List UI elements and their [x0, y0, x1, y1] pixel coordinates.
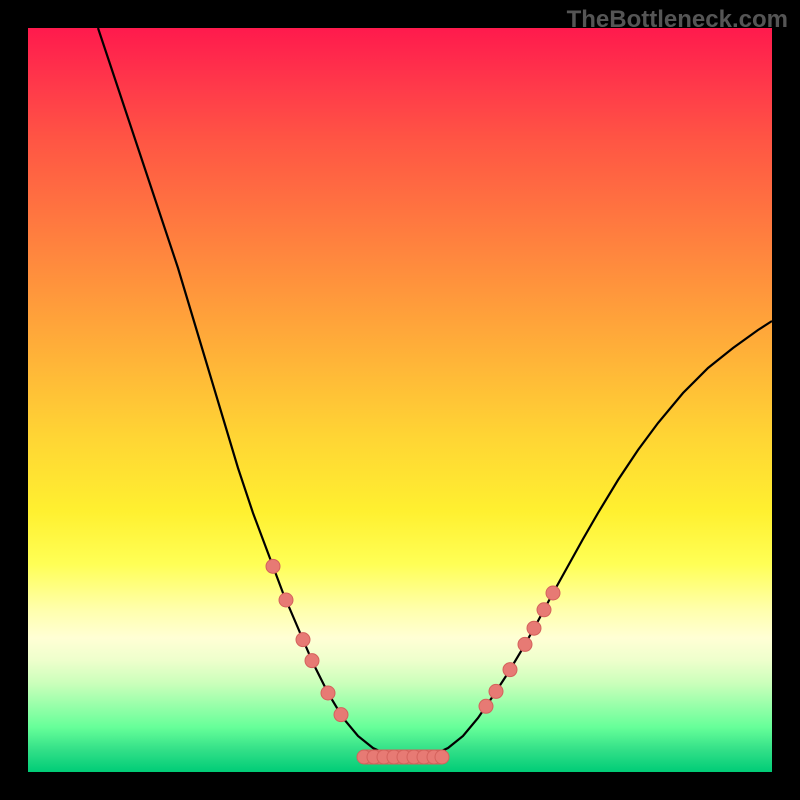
- watermark-text: TheBottleneck.com: [567, 6, 788, 34]
- data-marker: [479, 699, 493, 713]
- chart-container: TheBottleneck.com: [0, 0, 800, 800]
- bottleneck-curve: [98, 28, 772, 758]
- plot-area: [28, 28, 772, 772]
- curve-svg: [28, 28, 772, 772]
- data-marker: [266, 559, 280, 573]
- data-marker: [546, 586, 560, 600]
- data-marker: [527, 621, 541, 635]
- data-marker: [503, 663, 517, 677]
- data-marker: [489, 684, 503, 698]
- data-marker: [296, 633, 310, 647]
- data-marker: [518, 637, 532, 651]
- data-marker: [305, 654, 319, 668]
- data-marker: [279, 593, 293, 607]
- data-marker: [334, 708, 348, 722]
- data-marker: [537, 603, 551, 617]
- data-marker: [321, 686, 335, 700]
- data-marker: [435, 750, 449, 764]
